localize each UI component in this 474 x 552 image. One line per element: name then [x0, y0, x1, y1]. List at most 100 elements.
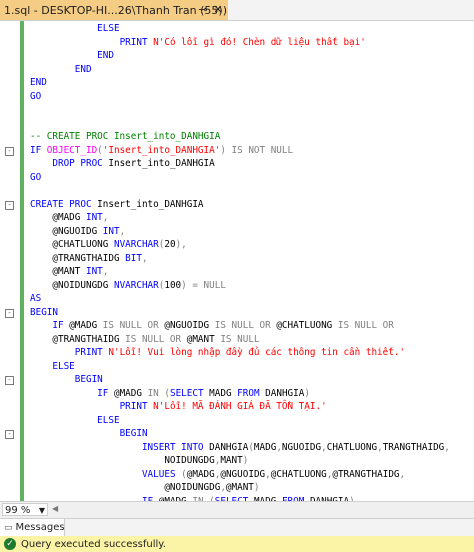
code-token: , — [119, 225, 126, 237]
code-token: N'Lỗi! Vui lòng nhập đầy đủ các thông ti… — [108, 347, 406, 358]
code-token: -- CREATE PROC Insert_into_DANHGIA — [30, 131, 221, 142]
code-line: IF @MADG IN (SELECT MADG FROM DANHGIA) — [30, 387, 474, 401]
code-area[interactable]: ELSE PRINT N'Có lỗi gì đó! Chèn dữ liệu … — [30, 22, 474, 501]
code-token: ) = NULL — [181, 279, 226, 291]
code-token: ELSE — [52, 360, 75, 372]
code-token: @CHATLUONG — [270, 468, 327, 480]
collapse-icon[interactable]: - — [5, 376, 14, 385]
editor-gutter: - - - - - — [0, 21, 18, 501]
code-token: CREATE PROC — [30, 198, 98, 210]
code-token: IF — [30, 144, 47, 156]
close-icon[interactable]: ✕ — [211, 3, 225, 17]
status-message: Query executed successfully. — [21, 538, 166, 550]
code-line: ELSE — [30, 360, 474, 374]
code-token: @NGUOIDG — [30, 225, 103, 237]
code-token: CHATLUONG — [326, 441, 378, 453]
messages-icon: ▭ — [4, 522, 13, 533]
zoom-select[interactable]: 99 % ▼ — [2, 503, 48, 516]
code-token: IS NULL OR — [125, 333, 187, 345]
document-tab-bar: 1.sql - DESKTOP-HI...26\Thanh Tran (55))… — [0, 0, 474, 21]
code-token: DANHGIA — [265, 387, 305, 399]
code-token: @TRANGTHAIDG — [332, 468, 400, 480]
code-token: END — [97, 50, 114, 61]
code-token: FROM — [237, 387, 266, 399]
code-token: MADG — [209, 387, 238, 399]
collapse-icon[interactable]: - — [5, 430, 14, 439]
code-line: CREATE PROC Insert_into_DANHGIA — [30, 198, 474, 212]
zoom-value: 99 % — [5, 505, 31, 516]
code-token: MANT — [220, 455, 243, 466]
code-token: SELECT — [169, 387, 210, 399]
code-token: BIT — [125, 252, 142, 264]
code-token: IS NULL — [220, 333, 260, 345]
code-token: @MANT — [186, 333, 221, 345]
scroll-left-icon[interactable]: ◀ — [52, 504, 58, 513]
code-line: END — [30, 49, 474, 63]
code-line: @TRANGTHAIDG BIT, — [30, 252, 474, 266]
code-line: END — [30, 76, 474, 90]
code-line: @NOIDUNGDG,@MANT) — [30, 481, 474, 495]
collapse-icon[interactable]: - — [5, 200, 14, 210]
code-line: BEGIN — [30, 306, 474, 320]
code-token: IF — [52, 320, 70, 331]
code-token: PRINT — [74, 347, 109, 358]
code-line: DROP PROC Insert_into_DANHGIA — [30, 157, 474, 171]
code-token: NGUOIDG — [281, 441, 322, 453]
collapse-icon[interactable]: - — [5, 308, 14, 318]
code-token: , — [399, 468, 406, 480]
code-line: IF OBJECT_ID('Insert_into_DANHGIA') IS N… — [30, 144, 474, 158]
code-token: IF — [97, 387, 114, 399]
code-token: , — [444, 441, 450, 453]
change-tracking-bar — [20, 21, 24, 501]
code-token: TRANGTHAIDG — [382, 441, 445, 453]
code-line: @MANT INT, — [30, 265, 474, 279]
code-token: IS NULL OR — [337, 320, 394, 331]
code-token: Insert_into_DANHGIA — [108, 158, 215, 169]
results-tab-bar: ▭ Messages — [0, 518, 474, 536]
code-token: @MANT — [225, 482, 254, 493]
code-token: ELSE — [97, 23, 120, 34]
code-token: GO — [30, 90, 42, 102]
code-token: @TRANGTHAIDG — [30, 333, 126, 345]
code-line: ELSE — [30, 22, 474, 36]
tab-messages-label: Messages — [15, 522, 65, 533]
code-line: @NOIDUNGDG NVARCHAR(100) = NULL — [30, 279, 474, 293]
code-token: , — [141, 252, 148, 264]
collapse-icon[interactable]: - — [5, 146, 14, 156]
code-line: BEGIN — [30, 373, 474, 387]
query-status-bar: ✓ Query executed successfully. — [0, 536, 474, 552]
code-token: NVARCHAR — [113, 279, 159, 291]
code-token: @NGUOIDG — [164, 320, 215, 331]
code-token: PRINT — [119, 401, 154, 412]
code-line: @NGUOIDG INT, — [30, 225, 474, 239]
query-tab[interactable]: 1.sql - DESKTOP-HI...26\Thanh Tran (55))… — [0, 0, 228, 20]
code-line: -- CREATE PROC Insert_into_DANHGIA — [30, 130, 474, 144]
code-token: @CHATLUONG — [30, 239, 114, 250]
tab-messages[interactable]: ▭ Messages — [0, 519, 65, 536]
code-token: OBJECT_ID — [46, 144, 98, 156]
code-token: IS NULL OR — [102, 320, 165, 331]
sql-editor[interactable]: - - - - - ELSE PRINT N'Có lỗi gì đó! Chèn dữ… — [0, 21, 474, 501]
code-token: 'Insert_into_DANHGIA' — [102, 144, 221, 156]
code-token: GO — [30, 171, 42, 183]
code-token: ) — [304, 387, 310, 399]
pin-icon[interactable]: ⊸ — [196, 3, 210, 17]
code-line: AS — [30, 292, 474, 306]
horizontal-scrollbar[interactable]: ◀ — [52, 504, 470, 515]
code-token: DANHGIA — [209, 441, 249, 453]
code-token: IN — [147, 387, 165, 399]
code-line: END — [30, 63, 474, 77]
